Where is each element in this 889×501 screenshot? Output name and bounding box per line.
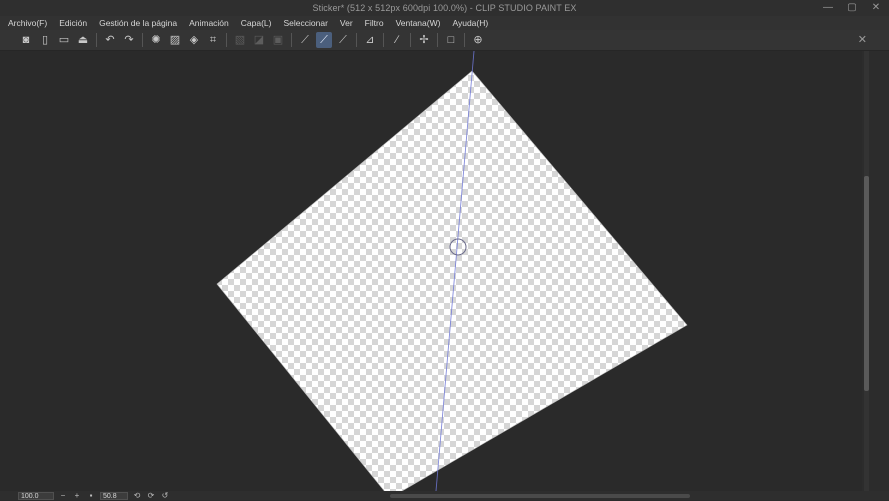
invert-selection-icon[interactable]: ◪ xyxy=(251,32,267,48)
canvas-area[interactable] xyxy=(0,51,862,491)
open-file-icon[interactable]: ▭ xyxy=(56,32,72,48)
menu-gestion-pagina[interactable]: Gestión de la página xyxy=(93,18,183,28)
window-title: Sticker* (512 x 512px 600dpi 100.0%) - C… xyxy=(312,3,577,13)
save-icon[interactable]: ⏏ xyxy=(75,32,91,48)
command-bar: ◙ ▯ ▭ ⏏ ↶ ↷ ✺ ▨ ◈ ⌗ ▧ ◪ ▣ ⟋ ⟋ ⟋ ⊿ ∕ ✢ □ ⊕ ✕ xyxy=(0,30,889,51)
deselect-icon[interactable]: ▧ xyxy=(232,32,248,48)
zoom-out-button[interactable]: − xyxy=(58,491,68,500)
new-file-icon[interactable]: ▯ xyxy=(37,32,53,48)
menu-archivo[interactable]: Archivo(F) xyxy=(0,18,53,28)
menu-bar: Archivo(F) Edición Gestión de la página … xyxy=(0,16,889,30)
zoom-slider-handle[interactable]: ▪ xyxy=(86,491,96,500)
toolbar-separator xyxy=(410,33,411,47)
close-button[interactable]: ✕ xyxy=(869,1,883,15)
zoom-tool-icon[interactable]: ⊕ xyxy=(470,32,486,48)
horizontal-scroll-thumb[interactable] xyxy=(390,494,690,498)
snap-grid-icon[interactable]: ⟋ xyxy=(335,32,351,48)
menu-seleccionar[interactable]: Seleccionar xyxy=(277,18,333,28)
menu-capa[interactable]: Capa(L) xyxy=(235,18,278,28)
clip-studio-icon[interactable]: ◙ xyxy=(18,32,34,48)
menu-ayuda[interactable]: Ayuda(H) xyxy=(446,18,494,28)
crop-icon[interactable]: ⌗ xyxy=(205,32,221,48)
snap-special-ruler-icon[interactable]: ⟋ xyxy=(316,32,332,48)
rotate-left-button[interactable]: ⟲ xyxy=(132,491,142,500)
maximize-button[interactable]: ▢ xyxy=(845,1,859,15)
menu-ver[interactable]: Ver xyxy=(334,18,359,28)
toolbar-separator xyxy=(226,33,227,47)
menu-edicion[interactable]: Edición xyxy=(53,18,93,28)
scroll-thumb[interactable] xyxy=(864,176,869,391)
fill-icon[interactable]: ◈ xyxy=(186,32,202,48)
rectangle-icon[interactable]: □ xyxy=(443,32,459,48)
close-document-button[interactable]: ✕ xyxy=(858,33,867,46)
menu-animacion[interactable]: Animación xyxy=(183,18,235,28)
toolbar-separator xyxy=(356,33,357,47)
undo-icon[interactable]: ↶ xyxy=(102,32,118,48)
straight-line-icon[interactable]: ∕ xyxy=(389,32,405,48)
rotation-angle-field[interactable]: 50.8 xyxy=(100,491,128,500)
toolbar-separator xyxy=(96,33,97,47)
selection-border-icon[interactable]: ▣ xyxy=(270,32,286,48)
toolbar-separator xyxy=(383,33,384,47)
toolbar-separator xyxy=(464,33,465,47)
clear-outside-icon[interactable]: ▨ xyxy=(167,32,183,48)
zoom-in-button[interactable]: + xyxy=(72,491,82,500)
redo-icon[interactable]: ↷ xyxy=(121,32,137,48)
zoom-level-field[interactable]: 100.0 xyxy=(18,491,54,500)
minimize-button[interactable]: — xyxy=(821,1,835,15)
reset-rotation-button[interactable]: ↺ xyxy=(160,491,170,500)
toolbar-separator xyxy=(291,33,292,47)
vertical-scrollbar[interactable] xyxy=(862,51,889,491)
ruler-icon[interactable]: ⊿ xyxy=(362,32,378,48)
rotate-right-button[interactable]: ⟳ xyxy=(146,491,156,500)
toolbar-separator xyxy=(142,33,143,47)
canvas-view[interactable] xyxy=(0,51,862,491)
magic-wand-icon[interactable]: ✢ xyxy=(416,32,432,48)
clear-icon[interactable]: ✺ xyxy=(148,32,164,48)
document-canvas[interactable] xyxy=(216,70,688,491)
toolbar-separator xyxy=(437,33,438,47)
menu-ventana[interactable]: Ventana(W) xyxy=(390,18,447,28)
title-bar: Sticker* (512 x 512px 600dpi 100.0%) - C… xyxy=(0,0,889,16)
snap-ruler-icon[interactable]: ⟋ xyxy=(297,32,313,48)
window-controls: — ▢ ✕ xyxy=(821,1,883,15)
menu-filtro[interactable]: Filtro xyxy=(359,18,390,28)
